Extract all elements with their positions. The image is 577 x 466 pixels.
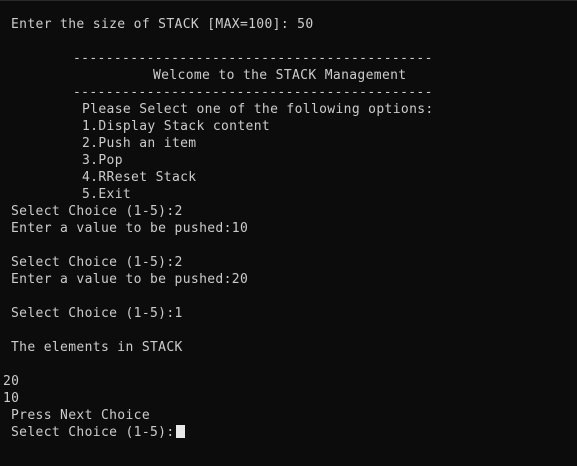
stack-elements-heading: The elements in STACK [11, 340, 183, 355]
next-choice-message: Press Next Choice [11, 408, 151, 423]
menu-option-exit: 5.Exit [82, 187, 132, 202]
menu-option-pop: 3.Pop [82, 153, 123, 168]
welcome-divider-bottom: ----------------------------------------… [73, 85, 433, 100]
stack-size-prompt: Enter the size of STACK [MAX=100]: 50 [11, 17, 314, 32]
welcome-divider-top: ----------------------------------------… [73, 51, 433, 66]
console-window[interactable]: Enter the size of STACK [MAX=100]: 50 --… [0, 0, 577, 466]
menu-option-reset: 4.RReset Stack [82, 170, 197, 185]
choice-prompt-1: Select Choice (1-5):2 [11, 204, 183, 219]
menu-option-display: 1.Display Stack content [82, 119, 271, 134]
menu-header: Please Select one of the following optio… [82, 102, 434, 117]
choice-prompt-3: Select Choice (1-5):1 [11, 306, 183, 321]
push-prompt-1: Enter a value to be pushed:10 [11, 221, 249, 236]
window-top-border [0, 0, 577, 1]
choice-prompt-2: Select Choice (1-5):2 [11, 255, 183, 270]
stack-element: 20 [3, 374, 20, 389]
push-prompt-2: Enter a value to be pushed:20 [11, 272, 249, 287]
choice-prompt-current: Select Choice (1-5): [11, 425, 175, 440]
text-cursor [175, 425, 185, 438]
stack-element: 10 [3, 391, 20, 406]
current-input-line[interactable]: Select Choice (1-5): [11, 424, 185, 441]
menu-option-push: 2.Push an item [82, 136, 197, 151]
welcome-title: Welcome to the STACK Management [153, 68, 407, 83]
